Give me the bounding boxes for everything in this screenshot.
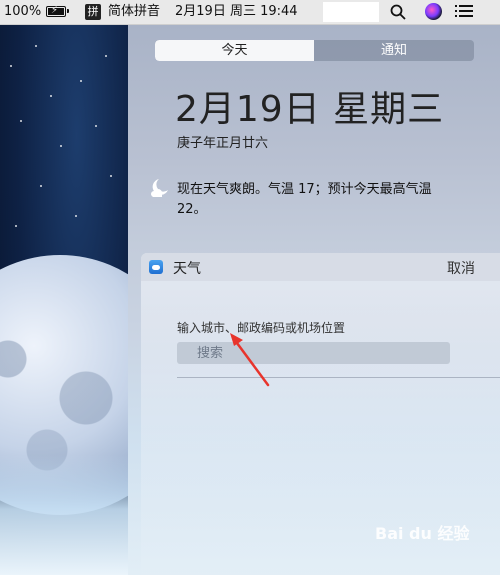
- today-notifications-segmented-control: 今天 通知: [155, 40, 474, 61]
- weather-app-icon: [149, 260, 163, 274]
- notification-center-panel: 今天 通知 2月19日 星期三 庚子年正月廿六 现在天气爽朗。气温 17；预计今…: [128, 25, 500, 575]
- menubar-blank-item: [323, 2, 379, 22]
- search-icon[interactable]: [390, 4, 406, 20]
- battery-charging-icon[interactable]: ⚡: [46, 5, 69, 17]
- input-method-label[interactable]: 简体拼音: [108, 0, 160, 24]
- siri-icon[interactable]: [425, 3, 442, 20]
- menu-bar: 100% ⚡ 拼 简体拼音 2月19日 周三 19:44: [0, 0, 500, 25]
- today-date: 2月19日 星期三: [175, 89, 445, 130]
- weather-widget-header: 天气 取消: [141, 253, 500, 281]
- weather-summary: 现在天气爽朗。气温 17；预计今天最高气温 22。: [177, 182, 432, 217]
- tab-today[interactable]: 今天: [155, 40, 314, 61]
- watermark: Bai du 经验: [375, 524, 470, 543]
- moon-cloud-icon: [151, 179, 168, 197]
- cancel-button[interactable]: 取消: [447, 258, 475, 278]
- tab-notifications[interactable]: 通知: [314, 40, 474, 61]
- earth-horizon: [0, 455, 128, 575]
- menubar-clock[interactable]: 2月19日 周三 19:44: [175, 0, 298, 24]
- battery-percentage: 100%: [4, 4, 42, 19]
- lunar-date: 庚子年正月廿六: [177, 136, 269, 151]
- input-method-icon[interactable]: 拼: [85, 4, 101, 20]
- annotation-arrow: [230, 333, 270, 387]
- notification-center-icon[interactable]: [455, 5, 473, 19]
- location-search-input[interactable]: [177, 342, 450, 364]
- weather-widget-title: 天气: [173, 261, 201, 277]
- desktop-wallpaper: [0, 25, 128, 575]
